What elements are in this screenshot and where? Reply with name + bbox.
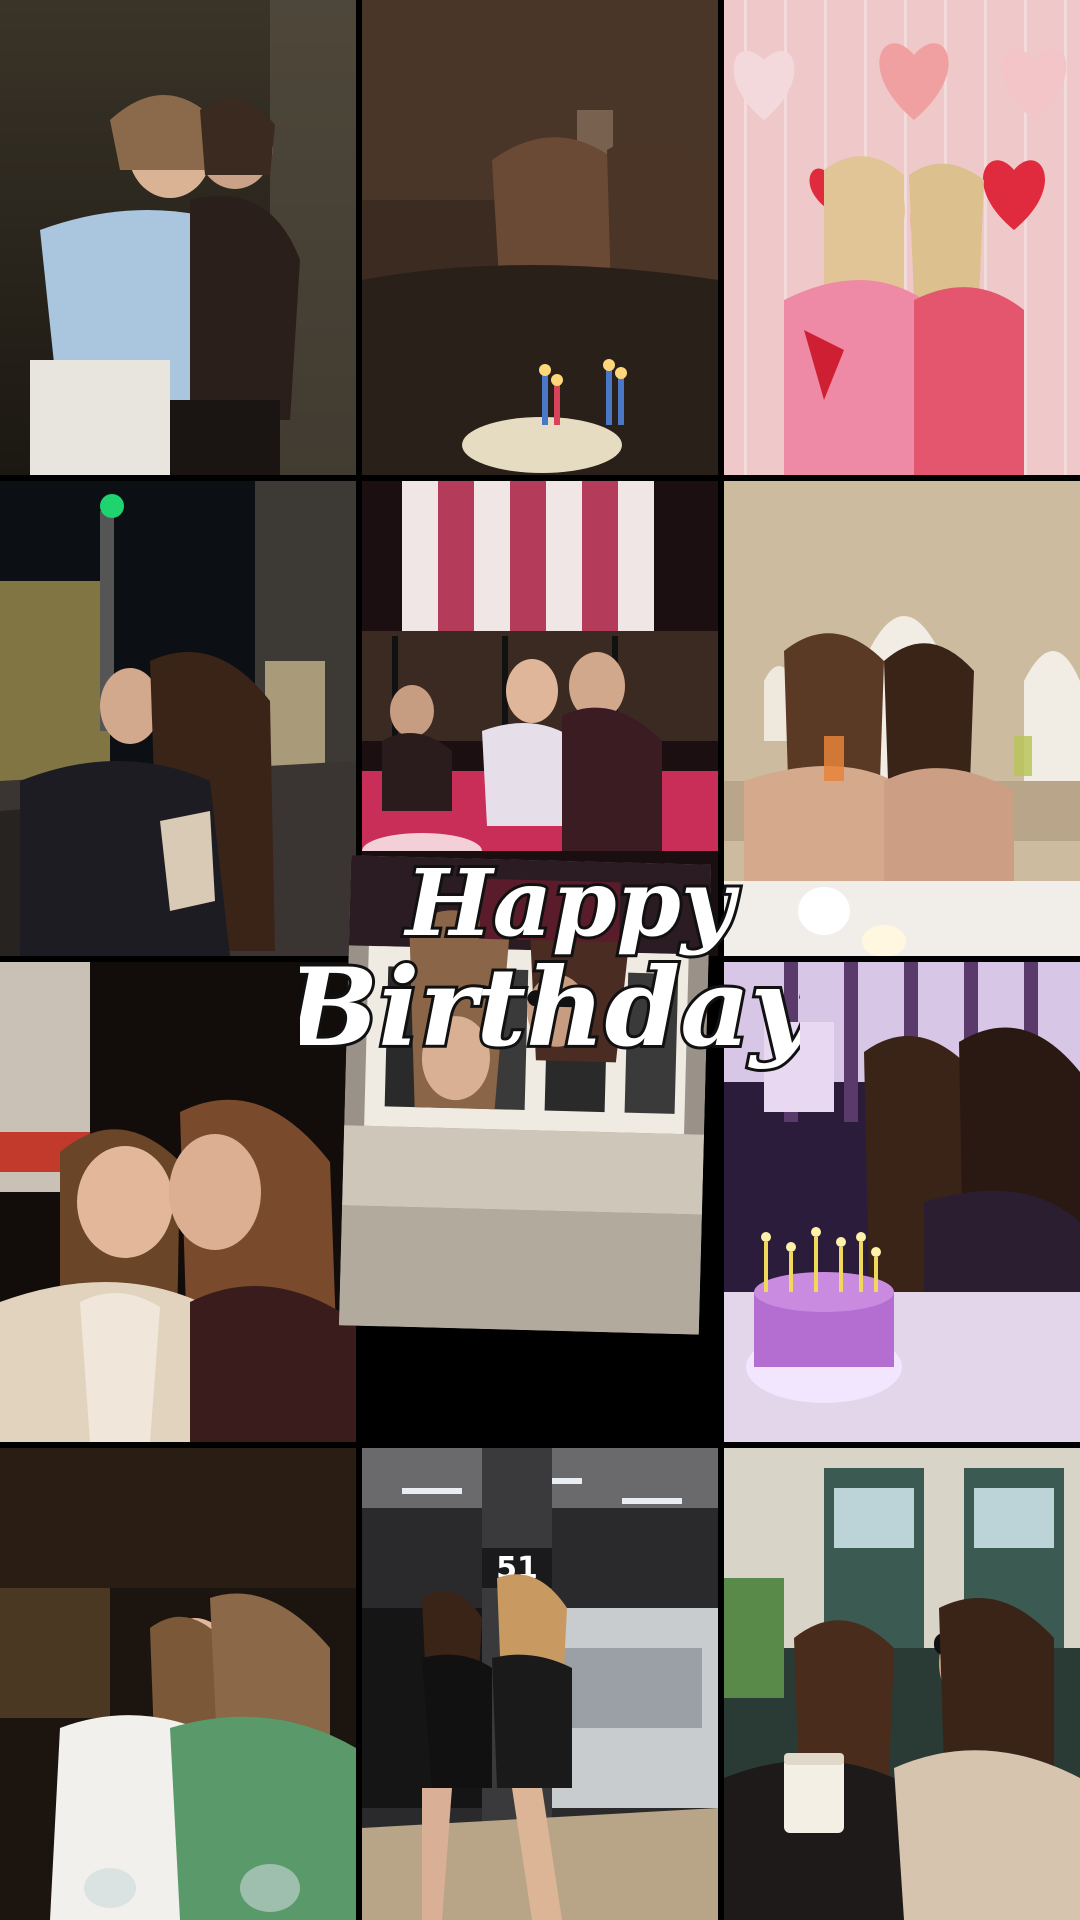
happy-birthday-title: Happy Birthday (300, 840, 800, 1080)
title-line-happy: Happy (403, 849, 740, 957)
photo-collage: 51 Happy Birthday (0, 0, 1080, 1920)
photo-coffee-sunglasses (724, 1448, 1080, 1920)
photo-pink-hearts (724, 0, 1080, 475)
photo-subway-platform: 51 (362, 1448, 718, 1920)
title-line-birthday: Birthday (300, 945, 800, 1071)
photo-laughing-table (0, 1448, 356, 1920)
photo-hug-brick-wall (0, 0, 356, 475)
photo-blowing-candles (362, 0, 718, 475)
